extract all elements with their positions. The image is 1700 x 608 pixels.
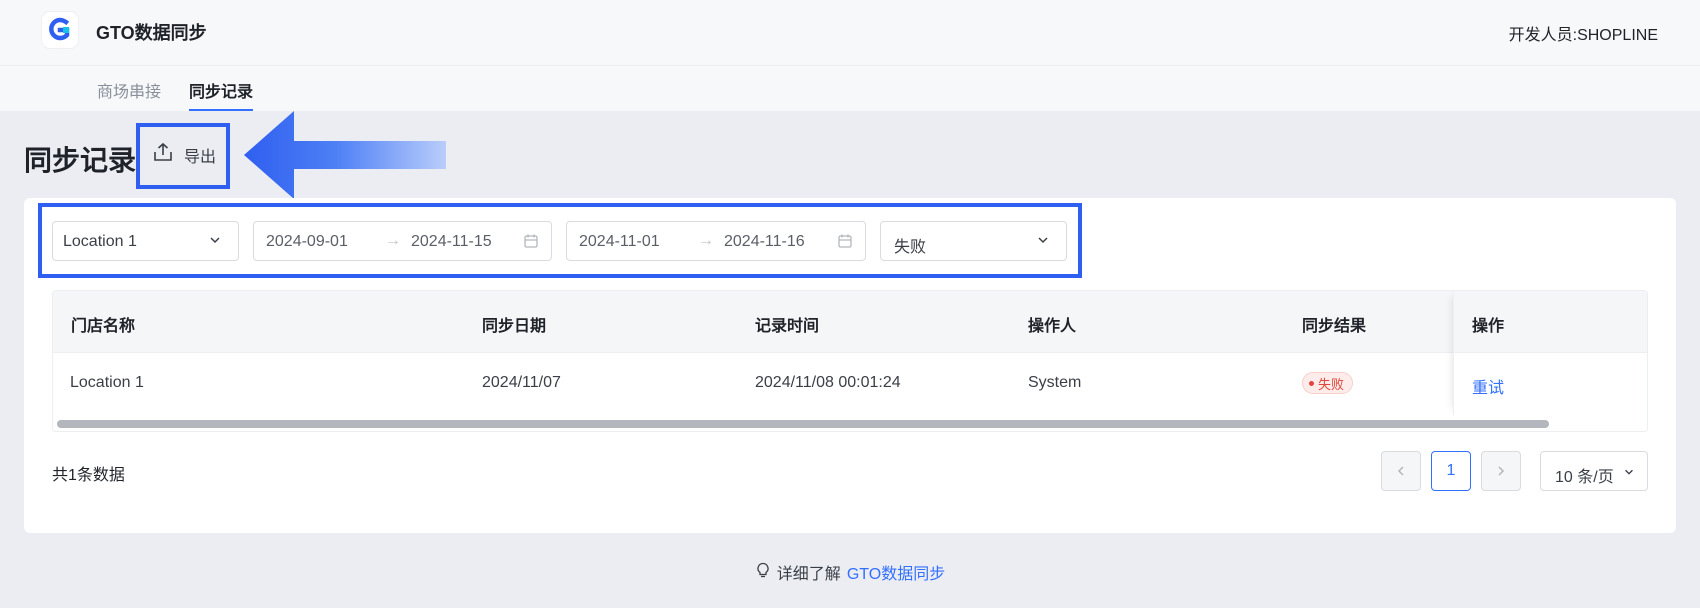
export-icon: [152, 141, 174, 168]
footer-prefix: 详细了解: [776, 566, 841, 583]
calendar-icon: [838, 234, 852, 248]
cell-store: Location 1: [70, 374, 144, 391]
column-header-action: 操作: [1472, 318, 1505, 335]
chevron-right-icon: [1498, 466, 1505, 476]
tab-sync-records[interactable]: 同步记录: [189, 78, 254, 111]
page-title: 同步记录: [24, 145, 137, 176]
chevron-down-icon: [210, 237, 220, 244]
table-row: Location 1 2024/11/07 2024/11/08 00:01:2…: [53, 353, 1647, 415]
location-value: Location 1: [63, 233, 137, 250]
app-title: GTO数据同步: [96, 23, 207, 43]
page-number-button[interactable]: 1: [1431, 451, 1471, 491]
action-cell: 重试: [1454, 353, 1647, 415]
calendar-icon: [524, 234, 538, 248]
column-header-result: 同步结果: [1302, 318, 1367, 335]
app-header: GTO数据同步 开发人员:SHOPLINE: [0, 0, 1700, 66]
cell-record-time: 2024/11/08 00:01:24: [755, 374, 901, 391]
page-size-value: 10 条/页: [1555, 469, 1614, 486]
column-header-operator: 操作人: [1028, 318, 1077, 335]
tab-bar: 商场串接 同步记录: [0, 66, 1700, 111]
location-select[interactable]: Location 1: [52, 221, 239, 261]
annotation-arrow: [244, 111, 446, 199]
status-badge: 失败: [1302, 372, 1354, 394]
record-date-start: 2024-11-01: [579, 233, 660, 250]
retry-link[interactable]: 重试: [1472, 374, 1504, 398]
lightbulb-icon: [755, 562, 771, 583]
horizontal-scrollbar[interactable]: [53, 415, 1647, 431]
tab-mall-integration[interactable]: 商场串接: [97, 78, 161, 111]
chevron-down-icon: [1625, 469, 1633, 475]
chevron-down-icon: [1038, 237, 1048, 244]
column-header-store: 门店名称: [71, 318, 136, 335]
chevron-left-icon: [1397, 466, 1404, 476]
sync-date-end: 2024-11-15: [411, 233, 492, 250]
sync-date-start: 2024-09-01: [266, 233, 348, 250]
column-header-sync-date: 同步日期: [482, 318, 547, 335]
sync-date-range-picker[interactable]: 2024-09-01 → 2024-11-15: [253, 221, 552, 261]
table-header: 门店名称 同步日期 记录时间 操作人 同步结果: [53, 291, 1647, 353]
status-value: 失败: [894, 239, 927, 256]
action-column: 操作 重试: [1453, 291, 1647, 415]
cell-operator: System: [1028, 374, 1082, 391]
cell-sync-date: 2024/11/07: [482, 374, 561, 391]
action-column-header: 操作: [1454, 291, 1647, 353]
export-button[interactable]: 导出: [152, 141, 216, 168]
logo-icon: [42, 12, 78, 48]
export-label: 导出: [184, 148, 217, 166]
record-date-range-picker[interactable]: 2024-11-01 → 2024-11-16: [566, 221, 866, 261]
range-separator: →: [385, 232, 401, 249]
next-page-button[interactable]: [1481, 451, 1521, 491]
developer-label: 开发人员:SHOPLINE: [1508, 27, 1658, 44]
range-separator: →: [698, 232, 714, 249]
export-highlight-box: 导出: [136, 123, 230, 189]
column-header-record-time: 记录时间: [755, 318, 820, 335]
status-select[interactable]: 失败: [880, 221, 1067, 261]
total-count: 共1条数据: [52, 467, 125, 484]
footer-learn-more-link[interactable]: GTO数据同步: [847, 560, 945, 584]
scrollbar-thumb[interactable]: [57, 420, 1549, 428]
status-badge-label: 失败: [1318, 376, 1345, 392]
record-date-end: 2024-11-16: [724, 233, 805, 250]
page-size-select[interactable]: 10 条/页: [1540, 451, 1648, 491]
status-dot-icon: [1309, 380, 1314, 386]
records-table: 门店名称 同步日期 记录时间 操作人 同步结果 Location 1 2024/…: [52, 290, 1648, 432]
footer-help: 详细了解 GTO数据同步: [0, 560, 1700, 584]
prev-page-button[interactable]: [1381, 451, 1421, 491]
